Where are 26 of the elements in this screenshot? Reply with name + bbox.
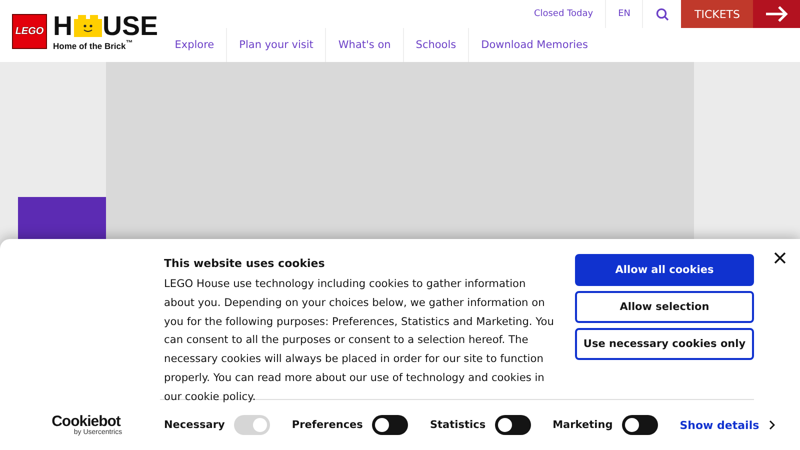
brick-face-icon [74,15,102,37]
toggle-label: Preferences [292,419,363,431]
toggle-switch[interactable] [494,415,531,435]
toggle-switch[interactable] [372,415,408,435]
banner-title: This website uses cookies [164,257,326,270]
brand-logo: Cookiebot [52,414,120,429]
close-icon[interactable] [774,252,786,264]
utility-link[interactable]: EN [605,0,642,28]
chevron-right-icon[interactable] [769,420,776,430]
logo-tagline: Home of the Brick$^{™}$ [53,39,134,51]
consent-button[interactable]: Allow all cookies [575,254,754,286]
toggle-label: Statistics [430,419,486,431]
logo-wordmark: H [53,14,72,38]
toggle-label: Marketing [552,419,613,431]
logo-wordmark: USE [102,14,158,38]
consent-button[interactable]: Allow selection [575,291,754,323]
utility-link[interactable]: Closed Today [522,0,606,28]
toggle-switch[interactable] [622,415,658,435]
show-details-link[interactable]: Show details [680,418,760,432]
arrow-right-icon[interactable] [753,0,800,28]
nav-link[interactable]: Explore [162,28,226,62]
tickets-button[interactable]: TICKETS [681,0,753,28]
banner-text: LEGO House use technology including cookies to gather information about you. Depending on your choices below, we gather information on you for the following purposes: Preferences, Statistics and Marketing. You can consent to all the purposes or consent to a selection hereof. The necessary cookies will always be placed in order for our site to function properly. You can read more about our use of technology and cookies in our cookie policy. [164,277,555,404]
toggle-label: Necessary [164,419,225,431]
consent-button[interactable]: Use necessary cookies only [575,328,754,360]
logo-badge: LEGO [12,14,47,49]
